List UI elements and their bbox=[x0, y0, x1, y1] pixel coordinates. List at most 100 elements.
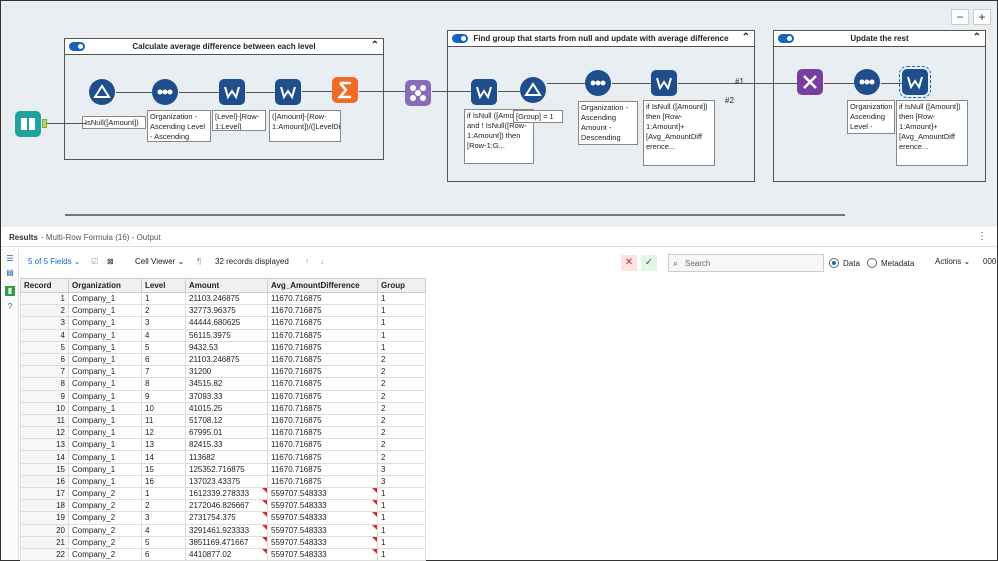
table-row[interactable]: 7 Company_1 7 31200 11670.716875 2 bbox=[20, 365, 426, 379]
column-header[interactable]: Organization bbox=[68, 278, 142, 293]
checkbox-icon[interactable]: ☑ bbox=[91, 257, 98, 266]
table-cell[interactable]: 4 bbox=[141, 328, 186, 342]
table-row[interactable]: 8 Company_1 8 34515.82 11670.716875 2 bbox=[20, 377, 426, 391]
table-cell[interactable]: 41015.25 bbox=[185, 401, 268, 415]
table-cell[interactable]: 34515.82 bbox=[185, 377, 268, 391]
zoom-out-button[interactable]: − bbox=[951, 9, 969, 25]
table-cell[interactable]: 7 bbox=[141, 365, 186, 379]
table-cell[interactable]: 3 bbox=[141, 316, 186, 330]
table-cell[interactable]: 6 bbox=[20, 352, 69, 367]
input-book-icon[interactable] bbox=[15, 111, 41, 137]
table-cell[interactable]: Company_1 bbox=[68, 450, 142, 464]
table-cell[interactable]: 11670.716875 bbox=[267, 389, 378, 403]
table-cell[interactable]: 31200 bbox=[185, 365, 268, 379]
table-cell[interactable]: 8 bbox=[141, 377, 186, 391]
table-cell[interactable]: 1 bbox=[377, 340, 426, 354]
metadata-radio[interactable] bbox=[867, 258, 877, 268]
table-row[interactable]: 21 Company_2 5 3851169.471667 559707.548333 1 bbox=[20, 535, 426, 549]
table-row[interactable]: 22 Company_2 6 4410877.02 559707.548333 1 bbox=[20, 547, 426, 561]
table-cell[interactable]: 22 bbox=[20, 547, 69, 561]
data-icon[interactable]: ▮ bbox=[5, 286, 15, 296]
table-cell[interactable]: 11670.716875 bbox=[267, 438, 378, 452]
data-radio[interactable] bbox=[829, 258, 839, 268]
table-cell[interactable]: 12 bbox=[141, 426, 186, 440]
table-cell[interactable]: Company_1 bbox=[68, 401, 142, 415]
table-cell[interactable]: 37093.33 bbox=[185, 389, 268, 403]
table-cell[interactable]: 559707.548333 bbox=[267, 511, 378, 525]
union-icon[interactable] bbox=[797, 69, 823, 95]
table-cell[interactable]: 2 bbox=[377, 352, 426, 367]
table-icon[interactable]: ▤ bbox=[5, 268, 15, 278]
table-cell[interactable]: Company_2 bbox=[68, 547, 142, 561]
table-cell[interactable]: 1 bbox=[377, 535, 426, 549]
table-cell[interactable]: 11670.716875 bbox=[267, 413, 378, 428]
table-cell[interactable]: 11670.716875 bbox=[267, 450, 378, 464]
table-cell[interactable]: 6 bbox=[141, 352, 186, 367]
table-cell[interactable]: 2 bbox=[141, 304, 186, 318]
column-header[interactable]: Level bbox=[141, 278, 186, 293]
table-row[interactable]: 18 Company_2 2 2172046.826667 559707.548333 1 bbox=[20, 499, 426, 513]
table-cell[interactable]: 9432.53 bbox=[185, 340, 268, 354]
table-cell[interactable]: 3 bbox=[377, 474, 426, 489]
table-cell[interactable]: 11670.716875 bbox=[267, 316, 378, 330]
table-cell[interactable]: Company_1 bbox=[68, 426, 142, 440]
table-cell[interactable]: Company_2 bbox=[68, 486, 142, 501]
table-cell[interactable]: Company_1 bbox=[68, 389, 142, 403]
multi-row-formula-icon[interactable] bbox=[219, 79, 245, 105]
pilcrow-icon[interactable]: ¶ bbox=[197, 257, 201, 266]
table-cell[interactable]: 15 bbox=[20, 462, 69, 476]
table-cell[interactable]: 67995.01 bbox=[185, 426, 268, 440]
collapse-chevron-icon[interactable]: ⌃ bbox=[742, 32, 750, 43]
table-cell[interactable]: 1 bbox=[377, 304, 426, 318]
table-cell[interactable]: 8 bbox=[20, 377, 69, 391]
table-cell[interactable]: 4 bbox=[141, 523, 186, 537]
table-cell[interactable]: 1 bbox=[377, 486, 426, 501]
table-cell[interactable]: Company_1 bbox=[68, 413, 142, 428]
clear-filter-button[interactable]: ✕ bbox=[621, 255, 637, 271]
table-cell[interactable]: Company_1 bbox=[68, 328, 142, 342]
table-row[interactable]: 1 Company_1 1 21103.246875 11670.716875 1 bbox=[20, 291, 426, 306]
table-cell[interactable]: 1 bbox=[377, 523, 426, 537]
table-cell[interactable]: 113682 bbox=[185, 450, 268, 464]
table-cell[interactable]: 7 bbox=[20, 365, 69, 379]
table-cell[interactable]: 19 bbox=[20, 511, 69, 525]
actions-dropdown[interactable]: Actions ⌄ bbox=[935, 257, 970, 266]
join-icon[interactable] bbox=[405, 80, 431, 106]
sort-icon[interactable] bbox=[152, 79, 178, 105]
table-cell[interactable]: 5 bbox=[141, 340, 186, 354]
table-cell[interactable]: 1 bbox=[141, 486, 186, 501]
table-cell[interactable]: 13 bbox=[20, 438, 69, 452]
multi-row-formula-icon[interactable] bbox=[471, 79, 497, 105]
table-cell[interactable]: 1 bbox=[20, 291, 69, 306]
table-row[interactable]: 20 Company_2 4 3291461.923333 559707.548333 1 bbox=[20, 523, 426, 537]
table-cell[interactable]: 14 bbox=[20, 450, 69, 464]
table-cell[interactable]: 3 bbox=[377, 462, 426, 476]
table-row[interactable]: 10 Company_1 10 41015.25 11670.716875 2 bbox=[20, 401, 426, 415]
table-cell[interactable]: 14 bbox=[141, 450, 186, 464]
table-cell[interactable]: Company_1 bbox=[68, 462, 142, 476]
table-row[interactable]: 16 Company_1 16 137023.43375 11670.716875 3 bbox=[20, 474, 426, 489]
table-cell[interactable]: 125352.716875 bbox=[185, 462, 268, 476]
table-cell[interactable]: 56115.3975 bbox=[185, 328, 268, 342]
table-cell[interactable]: 137023.43375 bbox=[185, 474, 268, 489]
table-cell[interactable]: 559707.548333 bbox=[267, 547, 378, 561]
table-cell[interactable]: 9 bbox=[141, 389, 186, 403]
column-header[interactable]: Avg_AmountDifference bbox=[267, 278, 378, 293]
canvas-scrollbar[interactable] bbox=[65, 214, 845, 216]
table-cell[interactable]: 13 bbox=[141, 438, 186, 452]
table-cell[interactable]: 11670.716875 bbox=[267, 352, 378, 367]
table-cell[interactable]: 9 bbox=[20, 389, 69, 403]
workflow-canvas[interactable]: − + Calculate average difference between… bbox=[1, 1, 997, 227]
table-row[interactable]: 5 Company_1 5 9432.53 11670.716875 1 bbox=[20, 340, 426, 354]
table-cell[interactable]: 10 bbox=[141, 401, 186, 415]
sort-icon[interactable] bbox=[854, 69, 880, 95]
search-box[interactable]: ⌕ Search bbox=[668, 254, 824, 272]
table-cell[interactable]: 10 bbox=[20, 401, 69, 415]
table-cell[interactable]: 559707.548333 bbox=[267, 535, 378, 549]
table-cell[interactable]: 44444.680625 bbox=[185, 316, 268, 330]
table-cell[interactable]: 16 bbox=[20, 474, 69, 489]
table-cell[interactable]: 559707.548333 bbox=[267, 499, 378, 513]
table-cell[interactable]: Company_2 bbox=[68, 511, 142, 525]
more-options-icon[interactable]: ⋮ bbox=[977, 231, 987, 242]
arrow-down-icon[interactable]: ↓ bbox=[320, 257, 324, 266]
